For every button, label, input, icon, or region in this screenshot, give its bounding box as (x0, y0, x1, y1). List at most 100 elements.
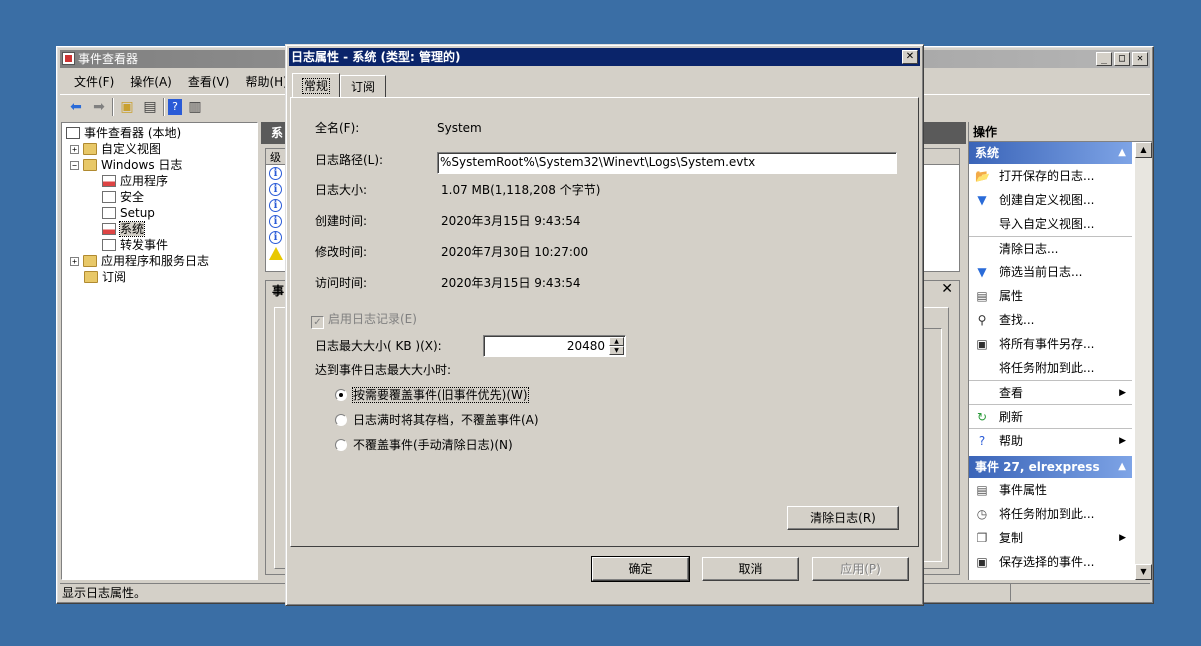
action-item-sys-3[interactable]: 清除日志... (969, 236, 1132, 260)
log-icon (102, 207, 116, 219)
action-item-sys-8[interactable]: 将任务附加到此... (969, 356, 1132, 380)
refresh-icon: ↻ (976, 410, 988, 424)
actions-scrollbar[interactable]: ▲ ▼ (1135, 142, 1152, 580)
filter-icon: ▼ (977, 193, 987, 207)
log-size-label: 日志大小: (315, 183, 368, 197)
back-icon[interactable]: ⬅ (66, 97, 86, 117)
action-item-label: 筛选当前日志... (999, 265, 1083, 279)
detail-close-icon[interactable]: ✕ (941, 281, 953, 297)
tree-security[interactable]: 安全 (102, 189, 144, 205)
dialog-title-bar[interactable]: 日志属性 - 系统 (类型: 管理的) ✕ (289, 48, 920, 66)
action-item-sys-11[interactable]: ? 帮助 ▶ (969, 428, 1132, 452)
tree-windows-logs[interactable]: − Windows 日志 (70, 157, 182, 173)
apply-button[interactable]: 应用(P) (812, 557, 909, 581)
radio-archive-when-full[interactable]: 日志满时将其存档，不覆盖事件(A) (335, 411, 539, 429)
action-item-sys-9[interactable]: 查看 ▶ (969, 380, 1132, 404)
max-size-value: 20480 (566, 339, 605, 353)
help-icon: ? (978, 434, 986, 448)
max-size-input[interactable]: 20480 ▲ ▼ (483, 335, 626, 357)
expand-icon[interactable]: + (70, 145, 79, 154)
cancel-button[interactable]: 取消 (702, 557, 799, 581)
action-item-label: 复制 (999, 531, 1024, 545)
up-folder-icon[interactable]: ▣ (117, 97, 137, 117)
info-icon: i (269, 182, 282, 196)
menu-view[interactable]: 查看(V) (180, 73, 238, 90)
full-name-label: 全名(F): (315, 121, 360, 135)
info-icon: i (269, 214, 282, 228)
ok-button[interactable]: 确定 (591, 556, 690, 582)
scroll-up-icon[interactable]: ▲ (1135, 142, 1152, 158)
enable-logging-checkbox[interactable]: ✓ 启用日志记录(E) (311, 310, 417, 329)
collapse-icon[interactable]: − (70, 161, 79, 170)
action-item-label: 将所有事件另存... (999, 337, 1095, 351)
main-title: 事件查看器 (78, 52, 139, 66)
action-item-evt-1[interactable]: ◷ 将任务附加到此... (969, 502, 1132, 526)
tree-application[interactable]: 应用程序 (102, 173, 168, 189)
action-item-label: 打开保存的日志... (999, 169, 1095, 183)
max-size-spinner[interactable]: ▲ ▼ (609, 337, 624, 355)
radio-selected-icon (335, 389, 347, 401)
modified-value: 2020年7月30日 10:27:00 (441, 245, 589, 259)
console-tree: 事件查看器 (本地) + 自定义视图 − Windows 日志 应用程序 安全 Se… (61, 122, 258, 580)
checkbox-checked-icon: ✓ (311, 316, 324, 329)
tab-subscriptions[interactable]: 订阅 (340, 75, 387, 97)
tab-general[interactable]: 常规 (292, 73, 341, 97)
info-icon: i (269, 230, 282, 244)
spin-up-icon[interactable]: ▲ (609, 337, 624, 346)
action-item-evt-3[interactable]: ▣ 保存选择的事件... (969, 550, 1132, 574)
actions-section-system[interactable]: 系统 ▲ (969, 142, 1132, 164)
menu-action[interactable]: 操作(A) (122, 73, 180, 90)
action-item-sys-2[interactable]: 导入自定义视图... (969, 212, 1132, 236)
action-item-evt-2[interactable]: ❐ 复制 ▶ (969, 526, 1132, 550)
action-item-evt-0[interactable]: ▤ 事件属性 (969, 478, 1132, 502)
scroll-down-icon[interactable]: ▼ (1135, 564, 1152, 580)
radio-overwrite-as-needed[interactable]: 按需要覆盖事件(旧事件优先)(W) (335, 386, 529, 404)
minimize-button[interactable]: _ (1096, 52, 1112, 66)
save-icon: ▣ (976, 555, 988, 569)
tree-app-service-logs[interactable]: + 应用程序和服务日志 (70, 253, 209, 269)
radio-do-not-overwrite[interactable]: 不覆盖事件(手动清除日志)(N) (335, 436, 513, 454)
forward-icon[interactable]: ➡ (89, 97, 109, 117)
task-icon: ◷ (976, 507, 988, 521)
binoculars-icon: ⚲ (977, 313, 987, 327)
dialog-close-button[interactable]: ✕ (902, 50, 918, 64)
tree-setup[interactable]: Setup (102, 205, 155, 221)
action-item-sys-7[interactable]: ▣ 将所有事件另存... (969, 332, 1132, 356)
clear-log-button[interactable]: 清除日志(R) (787, 506, 899, 530)
copy-icon: ❐ (976, 531, 988, 545)
log-icon (102, 191, 116, 203)
expand-icon[interactable]: + (70, 257, 79, 266)
action-item-sys-10[interactable]: ↻ 刷新 (969, 404, 1132, 428)
show-hide-tree-icon[interactable]: ▤ (140, 97, 160, 117)
log-path-field[interactable]: %SystemRoot%\System32\Winevt\Logs\System… (437, 152, 897, 174)
collapse-arrow-icon[interactable]: ▲ (1118, 456, 1126, 478)
tree-subscriptions[interactable]: 订阅 (84, 269, 126, 285)
action-item-sys-4[interactable]: ▼ 筛选当前日志... (969, 260, 1132, 284)
spin-down-icon[interactable]: ▼ (609, 346, 624, 355)
window-controls: _ □ ✕ (1096, 52, 1148, 66)
tree-system[interactable]: 系统 (102, 221, 146, 237)
info-icon: i (269, 198, 282, 212)
collapse-arrow-icon[interactable]: ▲ (1118, 142, 1126, 164)
tree-forwarded-events[interactable]: 转发事件 (102, 237, 168, 253)
radio-unselected-icon (335, 439, 347, 451)
show-hide-action-pane-icon[interactable]: ▥ (185, 97, 205, 117)
actions-section-event[interactable]: 事件 27, elrexpress ▲ (969, 456, 1132, 478)
help-icon[interactable]: ? (168, 98, 182, 115)
max-size-label: 日志最大大小( KB )(X): (315, 339, 442, 353)
submenu-arrow-icon: ▶ (1119, 436, 1126, 446)
dialog-tabs: 常规 订阅 (292, 73, 387, 97)
action-item-sys-1[interactable]: ▼ 创建自定义视图... (969, 188, 1132, 212)
properties-icon: ▤ (976, 483, 988, 497)
action-item-sys-0[interactable]: 📂 打开保存的日志... (969, 164, 1132, 188)
menu-file[interactable]: 文件(F) (66, 73, 122, 90)
action-item-sys-6[interactable]: ⚲ 查找... (969, 308, 1132, 332)
action-item-label: 保存选择的事件... (999, 555, 1095, 569)
close-button[interactable]: ✕ (1132, 52, 1148, 66)
log-icon (102, 175, 116, 187)
tree-root[interactable]: 事件查看器 (本地) (66, 125, 181, 141)
log-path-label: 日志路径(L): (315, 153, 384, 167)
maximize-button[interactable]: □ (1114, 52, 1130, 66)
action-item-sys-5[interactable]: ▤ 属性 (969, 284, 1132, 308)
tree-custom-views[interactable]: + 自定义视图 (70, 141, 161, 157)
